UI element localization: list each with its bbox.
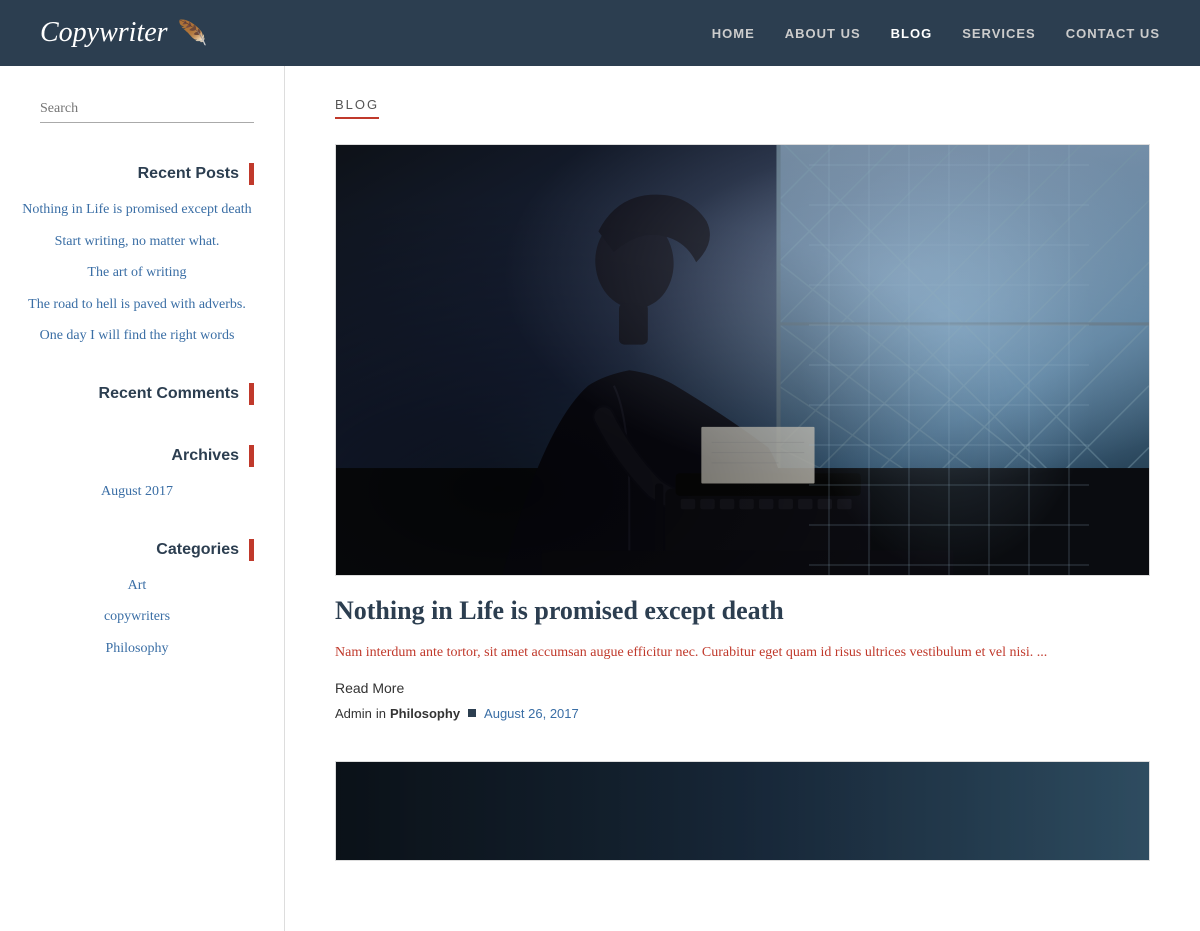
nav-home[interactable]: HOME [712,26,755,41]
nav-blog[interactable]: BLOG [891,26,933,41]
category-art[interactable]: Art [20,576,254,596]
sidebar: Recent Posts Nothing in Life is promised… [0,66,285,931]
category-philosophy[interactable]: Philosophy [20,639,254,659]
post-image-container [335,144,1150,576]
red-bar-recent-posts [249,163,254,185]
site-header: Copywriter 🪶 HOME ABOUT US BLOG SERVICES… [0,0,1200,66]
post-card-2 [335,761,1150,861]
nav-about[interactable]: ABOUT US [785,26,861,41]
section-label: BLOG [335,97,379,119]
archive-august-2017[interactable]: August 2017 [20,482,254,502]
post-in-label: in [376,706,386,721]
recent-post-5[interactable]: One day I will find the right words [20,326,254,346]
archives-heading: Archives [20,445,254,467]
post-date-1: August 26, 2017 [484,706,579,721]
categories-section: Categories Art copywriters Philosophy [0,529,284,681]
category-copywriters[interactable]: copywriters [20,607,254,627]
post-meta-1: Admin in Philosophy August 26, 2017 [335,706,1150,721]
recent-post-2[interactable]: Start writing, no matter what. [20,232,254,252]
logo[interactable]: Copywriter 🪶 [40,17,207,49]
post-title-1: Nothing in Life is promised except death [335,596,1150,626]
search-input[interactable] [40,96,254,123]
archives-section: Archives August 2017 [0,435,284,524]
recent-post-4[interactable]: The road to hell is paved with adverbs. [20,295,254,315]
window-overlay [809,145,1089,575]
post-image-preview-2 [335,761,1150,861]
meta-dot [468,709,476,717]
preview-svg [336,762,1149,860]
page-body: Recent Posts Nothing in Life is promised… [0,66,1200,931]
search-area [0,86,284,153]
read-more-1[interactable]: Read More [335,680,404,696]
recent-comments-section: Recent Comments [0,373,284,430]
nav-services[interactable]: SERVICES [962,26,1036,41]
recent-posts-heading: Recent Posts [20,163,254,185]
post-category-1: Philosophy [390,706,460,721]
post-excerpt-1: Nam interdum ante tortor, sit amet accum… [335,641,1150,665]
recent-post-1[interactable]: Nothing in Life is promised except death [20,200,254,220]
nav-contact[interactable]: CONTACT US [1066,26,1160,41]
post-hero-image [336,145,1149,575]
red-bar-archives [249,445,254,467]
feather-icon: 🪶 [178,19,208,48]
recent-posts-section: Recent Posts Nothing in Life is promised… [0,153,284,368]
post-card-1: Nothing in Life is promised except death… [335,144,1150,721]
red-bar-categories [249,539,254,561]
main-nav: HOME ABOUT US BLOG SERVICES CONTACT US [712,26,1160,41]
recent-comments-heading: Recent Comments [20,383,254,405]
logo-text: Copywriter [40,17,168,49]
post-author-1: Admin [335,706,372,721]
main-content: BLOG [285,66,1200,931]
recent-post-3[interactable]: The art of writing [20,263,254,283]
red-bar-recent-comments [249,383,254,405]
categories-heading: Categories [20,539,254,561]
